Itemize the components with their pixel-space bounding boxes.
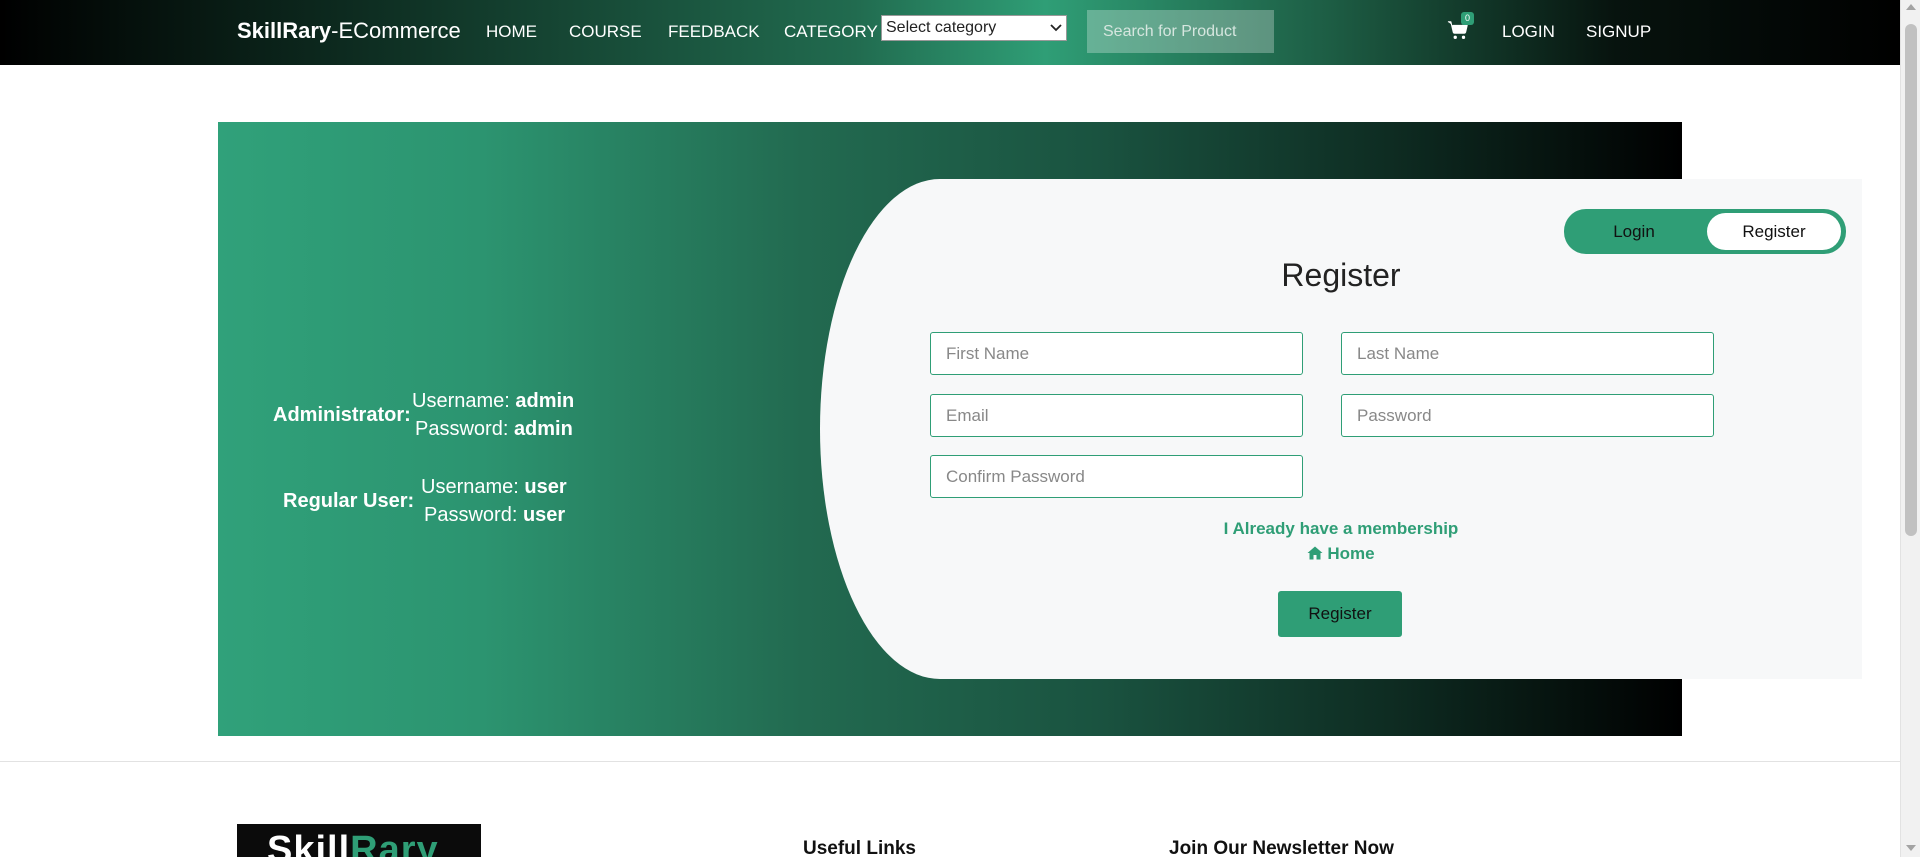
admin-role-label: Administrator: [273, 404, 411, 426]
admin-username-label: Username: [412, 390, 510, 412]
cart-count-badge: 0 [1461, 12, 1474, 25]
brand-logo[interactable]: SkillRary-ECommerce [237, 18, 461, 44]
register-hero-panel: Administrator: Username: admin Password:… [218, 122, 1862, 736]
footer-logo-white: Skill [267, 829, 351, 857]
email-field[interactable] [930, 394, 1303, 437]
admin-password-label: Password: [415, 418, 509, 440]
footer-logo: SkillRary [237, 824, 481, 857]
register-form-card: Login Register Register I Already have a… [820, 179, 1862, 679]
nav-link-signup[interactable]: SIGNUP [1586, 22, 1651, 42]
first-name-field[interactable] [930, 332, 1303, 375]
toggle-register-button[interactable]: Register [1707, 213, 1841, 250]
admin-username-line: Username: admin [412, 390, 574, 413]
page-scrollbar[interactable] [1900, 0, 1920, 857]
user-username-label: Username: [421, 476, 519, 498]
home-link-text: Home [1327, 544, 1375, 563]
admin-password-value: admin [513, 418, 573, 440]
login-register-toggle: Login Register [1564, 209, 1846, 254]
membership-link-text[interactable]: I Already have a membership [1224, 519, 1459, 538]
membership-link: I Already have a membership [820, 519, 1862, 539]
user-username-value: user [524, 476, 567, 498]
user-role-label: Regular User: [283, 490, 415, 512]
scroll-down-arrow-icon[interactable] [1906, 845, 1916, 851]
footer-logo-green: Rary [350, 829, 439, 857]
home-link: Home [820, 544, 1862, 564]
confirm-password-field[interactable] [930, 455, 1303, 498]
brand-rest: -ECommerce [331, 18, 461, 43]
nav-link-category[interactable]: CATEGORY [784, 22, 878, 42]
last-name-field[interactable] [1341, 332, 1714, 375]
password-field[interactable] [1341, 394, 1714, 437]
nav-link-home[interactable]: HOME [486, 22, 537, 42]
user-password-label: Password: [424, 504, 518, 526]
home-icon [1307, 545, 1323, 560]
user-password-line: Password: user [424, 504, 565, 527]
form-title: Register [1281, 257, 1401, 293]
chevron-down-icon [1050, 21, 1062, 35]
admin-username-value: admin [515, 390, 575, 412]
admin-password-line: Password: admin [415, 418, 573, 441]
scroll-up-arrow-icon[interactable] [1906, 4, 1916, 10]
top-navbar: SkillRary-ECommerce HOME COURSE FEEDBACK… [0, 0, 1900, 65]
scroll-thumb[interactable] [1905, 24, 1917, 536]
nav-link-course[interactable]: COURSE [569, 22, 642, 42]
register-submit-button[interactable]: Register [1278, 591, 1402, 637]
nav-link-feedback[interactable]: FEEDBACK [668, 22, 760, 42]
nav-link-login[interactable]: LOGIN [1502, 22, 1555, 42]
user-username-line: Username: user [421, 476, 567, 499]
user-password-value: user [522, 504, 566, 526]
toggle-login-button[interactable]: Login [1564, 209, 1704, 254]
footer-divider [0, 761, 1900, 762]
brand-bold: SkillRary [237, 18, 332, 43]
footer-logo-text: SkillRary [267, 829, 439, 857]
home-link-anchor[interactable]: Home [1307, 544, 1375, 563]
category-select-value: Select category [886, 19, 997, 36]
category-select[interactable]: Select category [881, 15, 1067, 41]
search-input[interactable] [1087, 10, 1274, 53]
